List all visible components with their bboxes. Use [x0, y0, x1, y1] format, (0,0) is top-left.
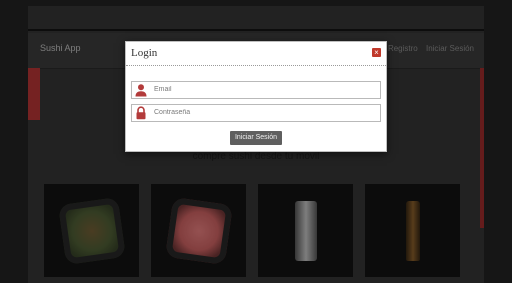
- modal-header: Login ×: [126, 42, 386, 66]
- modal-title: Login: [131, 47, 158, 59]
- close-button[interactable]: ×: [372, 48, 381, 57]
- password-input[interactable]: [154, 106, 374, 119]
- login-submit-button[interactable]: Iniciar Sesión: [230, 131, 282, 145]
- user-icon: [135, 84, 147, 97]
- email-field[interactable]: [131, 81, 381, 99]
- login-modal: Login × Iniciar Sesión: [125, 41, 387, 152]
- email-input[interactable]: [154, 83, 374, 96]
- lock-icon: [136, 106, 146, 120]
- password-field[interactable]: [131, 104, 381, 122]
